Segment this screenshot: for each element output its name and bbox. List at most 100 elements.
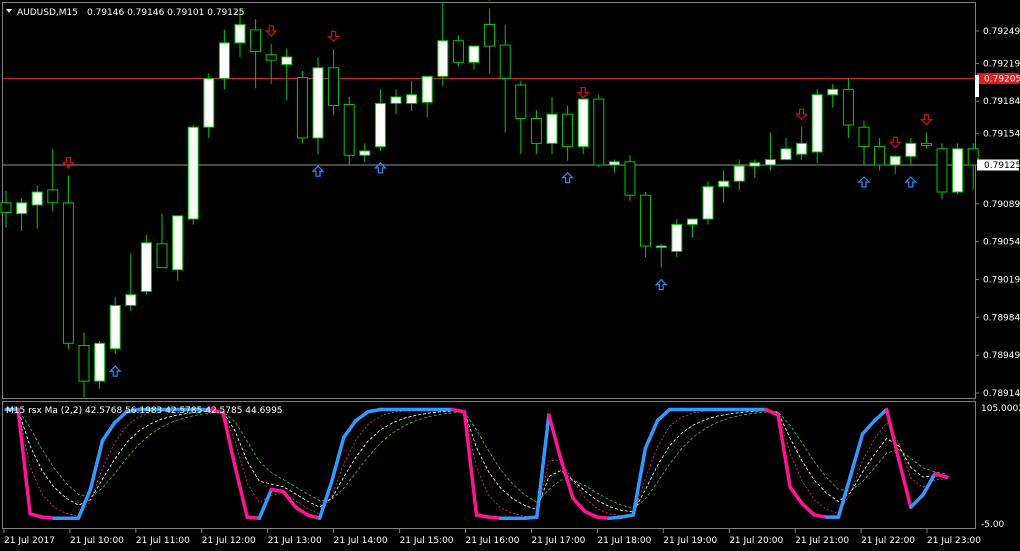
candle-body [967,148,979,166]
candle-body [811,94,823,153]
candle [577,98,589,155]
rsx-segment [523,515,539,520]
candle-body [905,142,917,157]
scroll-handle[interactable] [975,75,979,97]
time-tick-label: 21 Jul 2017 [4,536,55,546]
candle [296,70,308,144]
price-tick-label: 0.79019 [983,276,1020,286]
time-tick-label: 21 Jul 18:00 [597,536,651,546]
candle-body [686,218,698,225]
candle-body [608,161,620,166]
time-tick-label: 21 Jul 13:00 [268,536,322,546]
rsx-segment [40,515,57,520]
price-tick-label: 0.79219 [983,59,1020,69]
candle-body [16,202,28,215]
candle-body [0,202,12,214]
chart-title: AUDUSD,M15 0.79146 0.79146 0.79101 0.791… [6,8,244,18]
time-tick-label: 21 Jul 20:00 [729,536,783,546]
candle-body [593,98,605,166]
time-tick-label: 21 Jul 12:00 [202,536,256,546]
candle-body [515,84,527,120]
candle-body [343,103,355,156]
time-tick-label: 21 Jul 17:00 [531,536,585,546]
candle-body [31,191,43,206]
candle-body [359,150,371,156]
candle [343,96,355,165]
candle-body [203,78,215,128]
candle [187,125,199,225]
time-tick-label: 21 Jul 11:00 [136,536,190,546]
candle-body [172,215,184,271]
candle-body [187,126,199,220]
candle-body [952,148,964,193]
candle-body [62,202,74,344]
candle-body [265,54,277,61]
candle-body [109,304,121,350]
time-tick-label: 21 Jul 19:00 [663,536,717,546]
price-tick-label: 0.79054 [983,238,1020,248]
candle [671,219,683,257]
candle [952,143,964,195]
candle-body [671,223,683,252]
candle-body [577,98,589,148]
candle-body [920,142,932,147]
current-price-label: 0.79125 [984,161,1020,171]
time-tick-label: 21 Jul 22:00 [861,536,915,546]
candle-body [842,88,854,126]
candle-body [218,42,230,80]
time-tick-label: 21 Jul 14:00 [334,536,388,546]
candle-body [858,126,870,148]
time-tick-label: 21 Jul 10:00 [70,536,124,546]
candle-body [312,67,324,139]
price-tick-label: 0.79089 [983,200,1020,210]
red-level-label: 0.79205 [984,75,1020,85]
candle [936,143,948,200]
trading-chart-window[interactable]: 0.79249 0.79219 0.79184 0.79154 0.79125 0.790… [0,0,1020,551]
candle-body [484,24,496,47]
candle-body [296,76,308,139]
rsx-segment [812,513,829,519]
candle-body [47,189,59,204]
candle-body [125,294,137,306]
candle-body [406,94,418,104]
candle-body [530,118,542,144]
candle-body [733,165,745,182]
rsx-segment [269,487,286,494]
price-tick-label: 0.79249 [983,27,1020,37]
price-tick-label: 0.79184 [983,97,1020,107]
candle-body [140,242,152,292]
candle-body [702,186,714,220]
rsx-segment [474,513,491,519]
rsx-segment [366,407,382,414]
candle-body [374,102,386,148]
rsx-segment [450,407,467,414]
candle-body [390,96,402,104]
indicator-label: M15 rsx Ma (2,2) 42.5768 56.1983 42.5785… [6,406,283,416]
time-tick-label: 21 Jul 21:00 [795,536,849,546]
candle-body [562,113,574,148]
candle-body [624,161,636,196]
candle [624,155,636,201]
candle-body [718,180,730,188]
candle-body [546,113,558,144]
candle-body [827,88,839,96]
candle-body [889,155,901,166]
rsx-segment [245,515,262,520]
candle-body [156,243,168,269]
price-tick-label: 0.78914 [983,389,1020,399]
rsx-segment [486,515,503,520]
candle-body [796,142,808,155]
rsx-segment [607,515,624,520]
candle-body [640,194,652,247]
candle-body [780,148,792,161]
ohlc-values: 0.79146 0.79146 0.79101 0.79125 [87,8,244,18]
price-tick-label: 0.79154 [983,130,1020,140]
candle [94,341,106,389]
price-tick-label: 0.78984 [983,313,1020,323]
rsx-segment [619,513,636,519]
indicator-axis-bottom: -5.00 [981,520,1005,530]
candle-body [94,342,106,382]
candle-body [499,44,511,80]
candle-body [281,56,293,65]
candle [109,296,121,355]
